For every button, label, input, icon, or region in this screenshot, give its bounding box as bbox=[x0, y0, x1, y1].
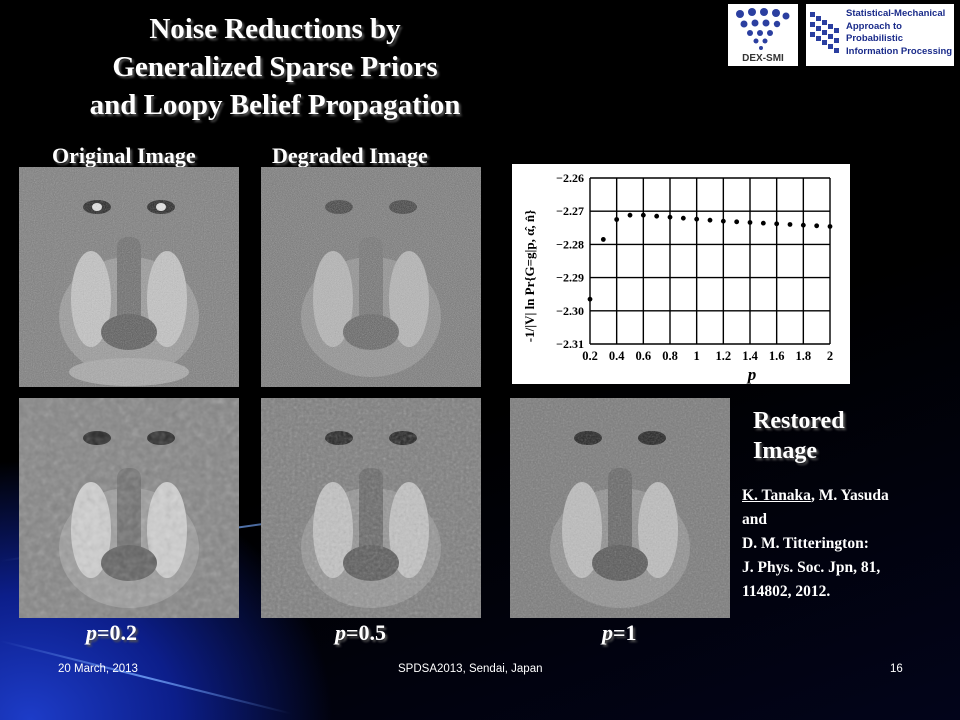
data-point bbox=[587, 296, 593, 302]
logo-text-line: Approach to Probabilistic bbox=[846, 20, 904, 45]
p-value: =0.2 bbox=[97, 620, 138, 645]
p-label-0.2: p=0.2 bbox=[86, 620, 137, 646]
p-var: p bbox=[335, 620, 346, 645]
title-line: and Loopy Belief Propagation bbox=[89, 89, 461, 121]
p-value: =1 bbox=[613, 620, 637, 645]
citation-line: 114802, 2012. bbox=[742, 583, 831, 600]
restored-image-p02 bbox=[19, 398, 239, 618]
y-tick-label: −2.26 bbox=[556, 171, 584, 185]
dex-smi-logo-label: DEX-SMI bbox=[742, 53, 784, 64]
data-point bbox=[747, 220, 753, 225]
data-point bbox=[707, 217, 713, 223]
y-tick-label: −2.28 bbox=[556, 237, 584, 251]
smapip-logo-text: Statistical-Mechanical Approach to Proba… bbox=[846, 8, 954, 58]
title-line: Noise Reductions by bbox=[149, 13, 401, 45]
mandrill-original bbox=[19, 167, 239, 387]
mandrill-restored bbox=[19, 398, 239, 618]
y-tick-labels: −2.26 −2.27 −2.28 −2.29 −2.30 −2.31 bbox=[556, 171, 584, 351]
citation-line: and bbox=[742, 511, 767, 528]
x-tick-label: 1.4 bbox=[742, 349, 758, 363]
x-tick-label: 0.8 bbox=[662, 349, 678, 363]
data-point bbox=[787, 222, 793, 227]
data-point bbox=[654, 213, 660, 219]
restored-caption-line: Image bbox=[753, 438, 817, 464]
data-point bbox=[640, 212, 646, 218]
footer-date: 20 March, 2013 bbox=[58, 663, 138, 675]
degraded-image bbox=[261, 167, 481, 387]
logo-text-line: Information Processing bbox=[846, 45, 953, 57]
data-point bbox=[774, 221, 780, 227]
x-tick-label: 0.2 bbox=[582, 349, 598, 363]
x-tick-label: 1 bbox=[694, 349, 700, 363]
smapip-logo-graphic bbox=[810, 12, 839, 53]
original-image bbox=[19, 167, 239, 387]
footer-venue: SPDSA2013, Sendai, Japan bbox=[398, 663, 543, 675]
data-point bbox=[720, 218, 726, 224]
x-tick-label: 0.6 bbox=[636, 349, 652, 363]
data-point bbox=[680, 215, 686, 221]
data-point bbox=[800, 222, 806, 228]
data-points bbox=[587, 212, 833, 302]
restored-image-p05 bbox=[261, 398, 481, 618]
x-tick-label: 1.6 bbox=[769, 349, 785, 363]
mandrill-restored bbox=[510, 398, 730, 618]
title-line: Generalized Sparse Priors bbox=[112, 51, 438, 83]
y-tick-label: −2.29 bbox=[556, 271, 584, 285]
restored-caption-line: Restored bbox=[753, 408, 845, 434]
original-image-caption: Original Image bbox=[52, 143, 196, 168]
data-point bbox=[814, 223, 820, 229]
mandrill-restored bbox=[261, 398, 481, 618]
citation-line: J. Phys. Soc. Jpn, 81, bbox=[742, 559, 881, 576]
x-tick-labels: 0.2 0.4 0.6 0.8 1 1.2 1.4 1.6 1.8 2 bbox=[582, 349, 833, 363]
data-point bbox=[614, 217, 620, 222]
logo-text-line: Statistical-Mechanical bbox=[846, 8, 946, 19]
x-tick-label: 0.4 bbox=[609, 349, 625, 363]
degraded-image-caption: Degraded Image bbox=[272, 143, 428, 168]
mandrill-degraded bbox=[261, 167, 481, 387]
data-point bbox=[760, 220, 766, 226]
citation-line: D. M. Titterington: bbox=[742, 535, 869, 552]
p-var: p bbox=[602, 620, 613, 645]
likelihood-chart-svg: −2.26 −2.27 −2.28 −2.29 −2.30 −2.31 0.2 0.4 0.6… bbox=[522, 171, 833, 384]
chart-grid bbox=[589, 177, 831, 345]
p-var: p bbox=[86, 620, 97, 645]
author-link: K. Tanaka bbox=[742, 487, 811, 504]
x-tick-label: 1.8 bbox=[796, 349, 812, 363]
slide-title: Noise Reductions by Generalized Sparse P… bbox=[40, 10, 510, 124]
restored-image-p1 bbox=[510, 398, 730, 618]
data-point bbox=[734, 219, 740, 225]
smapip-logo: Statistical-Mechanical Approach to Proba… bbox=[806, 4, 954, 66]
citation: K. Tanaka, M. Yasuda and D. M. Tittering… bbox=[742, 484, 952, 604]
restored-image-caption: Restored Image bbox=[753, 406, 845, 466]
footer-page-number: 16 bbox=[890, 663, 903, 675]
x-tick-label: 1.2 bbox=[716, 349, 732, 363]
data-point bbox=[694, 216, 700, 222]
x-axis-label: p bbox=[746, 365, 757, 384]
data-point bbox=[827, 224, 833, 229]
data-point bbox=[627, 212, 633, 218]
likelihood-chart: −2.26 −2.27 −2.28 −2.29 −2.30 −2.31 0.2 0.4 0.6… bbox=[512, 164, 850, 384]
x-tick-label: 2 bbox=[827, 349, 833, 363]
data-point bbox=[600, 237, 606, 242]
y-tick-label: −2.31 bbox=[556, 337, 584, 351]
dex-smi-logo: DEX-SMI bbox=[728, 4, 798, 66]
citation-authors: , M. Yasuda bbox=[810, 487, 889, 504]
y-axis-label: -1/|V| ln Pr{G=g|p, α̂, n̂} bbox=[522, 210, 537, 342]
y-tick-label: −2.27 bbox=[556, 204, 584, 218]
p-label-1: p=1 bbox=[602, 620, 637, 646]
p-value: =0.5 bbox=[346, 620, 387, 645]
y-tick-label: −2.30 bbox=[556, 304, 584, 318]
data-point bbox=[667, 214, 673, 220]
p-label-0.5: p=0.5 bbox=[335, 620, 386, 646]
